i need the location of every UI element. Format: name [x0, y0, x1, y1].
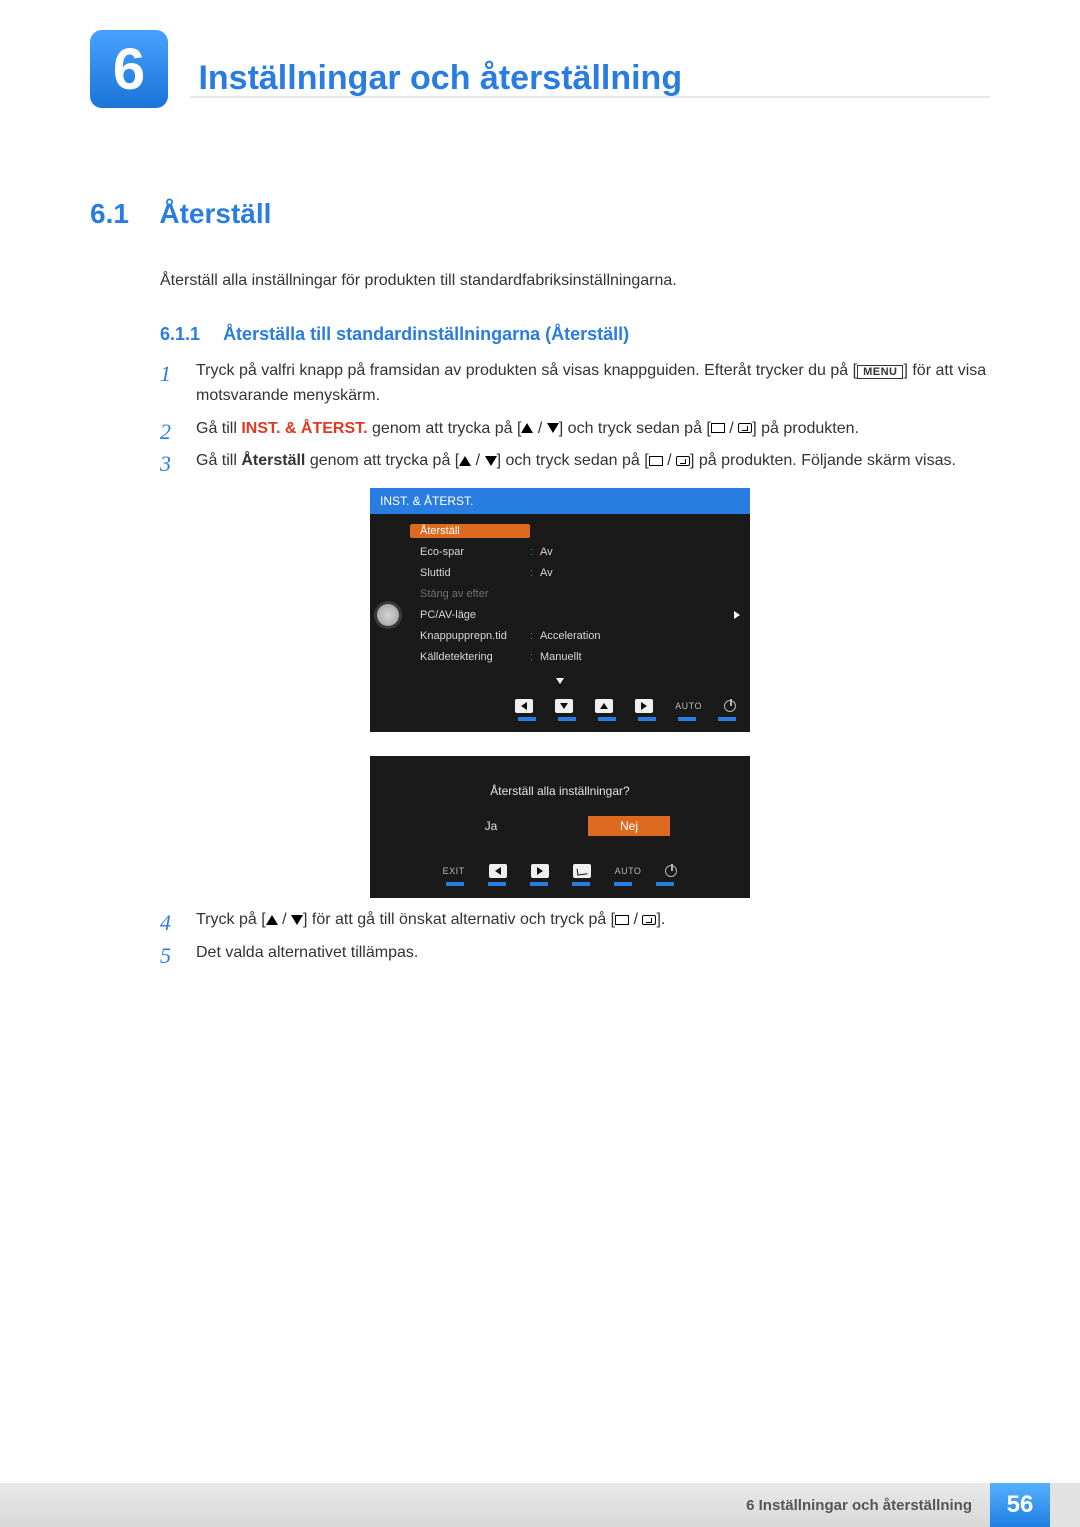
- chapter-header: 6 Inställningar och återställning: [90, 24, 990, 98]
- triangle-up-icon: [266, 915, 278, 925]
- osd-row-value: Av: [540, 567, 740, 579]
- nav-right-button[interactable]: [635, 699, 653, 713]
- osd-screenshot-confirm: Återställ alla inställningar? Ja Nej EXI…: [370, 756, 750, 898]
- step-2: 2 Gå till INST. & ÅTERST. genom att tryc…: [160, 417, 990, 442]
- osd-row[interactable]: Återställ: [410, 520, 740, 541]
- section-title: Återställ: [159, 198, 271, 229]
- osd-row-value: Acceleration: [540, 630, 740, 642]
- more-down-icon: [556, 678, 564, 684]
- rect-icon: [711, 423, 725, 433]
- osd-row-label: Sluttid: [410, 567, 530, 579]
- confirm-question: Återställ alla inställningar?: [370, 784, 750, 816]
- nav-down-button[interactable]: [555, 699, 573, 713]
- instruction-list-cont: 4 Tryck på [ / ] för att gå till önskat …: [160, 908, 990, 966]
- select-enter-icons: /: [615, 911, 656, 928]
- osd-row[interactable]: Knappupprepn.tid:Acceleration: [410, 625, 740, 646]
- step-3: 3 Gå till Återställ genom att trycka på …: [160, 449, 990, 474]
- triangle-down-icon: [291, 915, 303, 925]
- enter-icon: [642, 915, 656, 925]
- osd-screenshot-main: INST. & ÅTERST. ÅterställEco-spar:AvSlut…: [370, 488, 750, 898]
- triangle-up-icon: [459, 456, 471, 466]
- step-number: 5: [160, 939, 171, 973]
- osd-row-label: Återställ: [410, 524, 530, 538]
- osd-row-label: PC/AV-läge: [410, 609, 530, 621]
- enter-icon: [738, 423, 752, 433]
- subsection-heading: 6.1.1 Återställa till standardinställnin…: [160, 324, 990, 345]
- confirm-nav-bar: EXIT AUTO: [370, 858, 750, 882]
- page-footer: 6 Inställningar och återställning 56: [0, 1483, 1080, 1527]
- nav-right-button[interactable]: [531, 864, 549, 878]
- step-number: 3: [160, 447, 171, 481]
- menu-item: Återställ: [241, 452, 305, 469]
- osd-row[interactable]: Eco-spar:Av: [410, 541, 740, 562]
- rect-icon: [615, 915, 629, 925]
- subsection-number: 6.1.1: [160, 324, 200, 344]
- nav-up-button[interactable]: [595, 699, 613, 713]
- gear-icon: [377, 604, 399, 626]
- step-number: 1: [160, 357, 171, 391]
- section-heading: 6.1 Återställ: [90, 198, 990, 230]
- step-number: 2: [160, 415, 171, 449]
- osd-row[interactable]: Sluttid:Av: [410, 562, 740, 583]
- chevron-right-icon: [734, 611, 740, 619]
- triangle-down-icon: [485, 456, 497, 466]
- power-icon[interactable]: [724, 700, 736, 712]
- osd-row-label: Eco-spar: [410, 546, 530, 558]
- osd-row-value: Manuellt: [540, 651, 740, 663]
- instruction-list: 1 Tryck på valfri knapp på framsidan av …: [160, 359, 990, 474]
- triangle-down-icon: [547, 423, 559, 433]
- select-enter-icons: /: [711, 420, 752, 437]
- up-down-icons: /: [521, 420, 558, 437]
- osd-title: INST. & ÅTERST.: [370, 488, 750, 514]
- auto-button[interactable]: AUTO: [675, 701, 702, 711]
- osd-row[interactable]: Stäng av efter: [410, 583, 740, 604]
- step-4: 4 Tryck på [ / ] för att gå till önskat …: [160, 908, 990, 933]
- section-number: 6.1: [90, 198, 129, 229]
- menu-button-label: MENU: [857, 365, 903, 379]
- section-description: Återställ alla inställningar för produkt…: [160, 272, 990, 290]
- step-5: 5 Det valda alternativet tillämpas.: [160, 941, 990, 966]
- exit-button[interactable]: EXIT: [443, 866, 465, 876]
- auto-button[interactable]: AUTO: [615, 866, 642, 876]
- chapter-number-badge: 6: [90, 30, 168, 108]
- nav-left-button[interactable]: [515, 699, 533, 713]
- footer-text: 6 Inställningar och återställning: [746, 1497, 972, 1514]
- step-number: 4: [160, 906, 171, 940]
- up-down-icons: /: [459, 452, 496, 469]
- page-number: 56: [990, 1483, 1050, 1527]
- confirm-yes-button[interactable]: Ja: [450, 816, 532, 836]
- osd-row[interactable]: Källdetektering:Manuellt: [410, 646, 740, 667]
- osd-row-label: Källdetektering: [410, 651, 530, 663]
- chapter-title: Inställningar och återställning: [198, 59, 682, 98]
- power-icon[interactable]: [665, 865, 677, 877]
- triangle-up-icon: [521, 423, 533, 433]
- enter-icon: [676, 456, 690, 466]
- nav-left-button[interactable]: [489, 864, 507, 878]
- osd-row-label: Stäng av efter: [410, 588, 530, 600]
- select-enter-icons: /: [649, 452, 690, 469]
- confirm-no-button[interactable]: Nej: [588, 816, 670, 836]
- osd-row-value: Av: [540, 546, 740, 558]
- osd-row-label: Knappupprepn.tid: [410, 630, 530, 642]
- menu-path: INST. & ÅTERST.: [241, 420, 367, 437]
- osd-row[interactable]: PC/AV-läge: [410, 604, 740, 625]
- nav-enter-button[interactable]: [573, 864, 591, 878]
- step-1: 1 Tryck på valfri knapp på framsidan av …: [160, 359, 990, 409]
- up-down-icons: /: [266, 911, 303, 928]
- subsection-title: Återställa till standardinställningarna …: [223, 324, 629, 344]
- rect-icon: [649, 456, 663, 466]
- osd-nav-bar: AUTO: [370, 693, 750, 717]
